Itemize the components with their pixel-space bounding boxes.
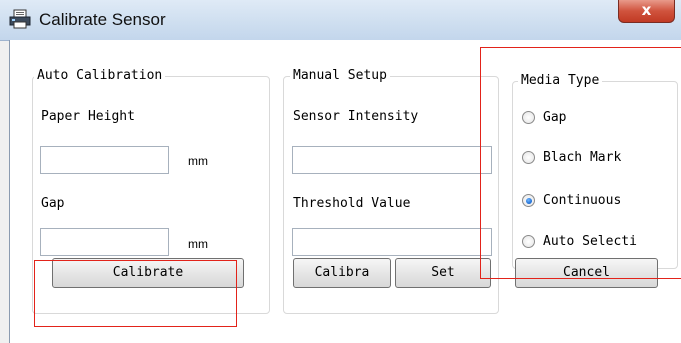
dialog-body: Auto Calibration Paper Height mm Gap mm … xyxy=(9,40,681,343)
gap-label: Gap xyxy=(41,196,65,211)
window-title: Calibrate Sensor xyxy=(39,10,166,29)
media-type-continuous-option[interactable]: Continuous xyxy=(522,193,621,208)
radio-continuous[interactable] xyxy=(522,194,535,207)
printer-icon xyxy=(9,9,31,29)
manual-setup-legend: Manual Setup xyxy=(290,68,390,83)
set-button[interactable]: Set xyxy=(395,258,491,288)
paper-height-field[interactable] xyxy=(40,146,169,174)
title-bar[interactable]: Calibrate Sensor x xyxy=(0,0,681,41)
auto-calibration-legend: Auto Calibration xyxy=(34,68,166,83)
media-type-gap-option[interactable]: Gap xyxy=(522,110,566,125)
sensor-intensity-field[interactable] xyxy=(292,146,492,174)
paper-height-unit: mm xyxy=(188,154,208,168)
media-type-legend: Media Type xyxy=(518,73,603,88)
media-type-continuous-label: Continuous xyxy=(543,193,622,208)
media-type-black-mark-label: Blach Mark xyxy=(543,150,622,165)
close-button[interactable]: x xyxy=(618,0,675,23)
sensor-intensity-label: Sensor Intensity xyxy=(293,109,419,124)
media-type-black-mark-option[interactable]: Blach Mark xyxy=(522,150,621,165)
media-type-auto-select-label: Auto Selecti xyxy=(543,234,637,249)
paper-height-label: Paper Height xyxy=(41,109,135,124)
gap-unit: mm xyxy=(188,237,208,251)
calibrate-button[interactable]: Calibrate xyxy=(52,258,244,288)
manual-calibrate-button[interactable]: Calibra xyxy=(293,258,391,288)
radio-gap[interactable] xyxy=(522,111,535,124)
radio-black-mark[interactable] xyxy=(522,151,535,164)
threshold-value-label: Threshold Value xyxy=(293,196,411,211)
media-type-gap-label: Gap xyxy=(543,110,567,125)
cancel-button[interactable]: Cancel xyxy=(515,258,658,288)
media-type-auto-select-option[interactable]: Auto Selecti xyxy=(522,234,637,249)
gap-field[interactable] xyxy=(40,228,169,256)
calibrate-sensor-dialog: Calibrate Sensor x Auto Calibration Pape… xyxy=(0,0,681,343)
close-icon: x xyxy=(641,1,652,19)
threshold-value-field[interactable] xyxy=(292,228,492,256)
radio-auto-select[interactable] xyxy=(522,235,535,248)
